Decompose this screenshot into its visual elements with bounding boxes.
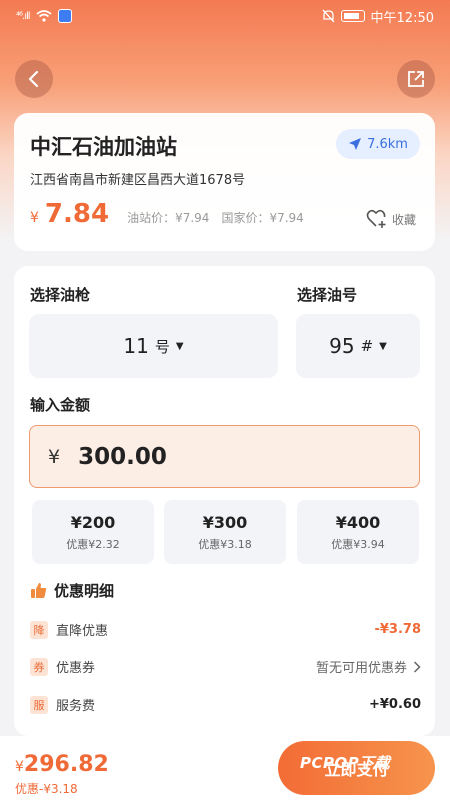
amount-label: 输入金额 bbox=[30, 396, 91, 414]
fuel-value: 95 bbox=[329, 334, 355, 358]
navigate-icon bbox=[349, 138, 362, 150]
status-bar: ⁴⁶.ıll 中午12:50 bbox=[0, 0, 450, 32]
service-tag: 服 bbox=[30, 695, 48, 714]
station-name: 中汇石油加油站 bbox=[30, 135, 177, 159]
fuel-select[interactable]: 95 # ▼ bbox=[296, 314, 420, 378]
mute-bell-icon bbox=[322, 9, 335, 23]
share-icon bbox=[408, 71, 424, 87]
discount-row-direct: 降 直降优惠 -¥3.78 bbox=[30, 620, 421, 639]
row-value: +¥0.60 bbox=[368, 697, 421, 712]
total-currency: ¥ bbox=[15, 759, 24, 775]
gun-unit: 号 bbox=[154, 337, 170, 356]
fuel-unit: # bbox=[360, 337, 374, 355]
discount-row-service: 服 服务费 +¥0.60 bbox=[30, 695, 421, 714]
thumb-up-icon bbox=[31, 583, 47, 598]
total-value: 296.82 bbox=[23, 752, 109, 777]
distance-value: 7.6km bbox=[367, 136, 408, 152]
row-label: 优惠券 bbox=[56, 661, 96, 676]
favorite-label: 收藏 bbox=[392, 212, 417, 227]
battery-icon bbox=[340, 10, 365, 22]
watermark: PCPOP下载 bbox=[300, 752, 390, 773]
price-currency: ¥ bbox=[30, 210, 39, 226]
quick-amount-option[interactable]: ¥400 优惠¥3.94 bbox=[297, 500, 419, 564]
row-left: 降 直降优惠 bbox=[30, 620, 108, 639]
quick-discount: 优惠¥3.94 bbox=[331, 537, 385, 551]
amount-currency: ¥ bbox=[48, 445, 61, 468]
station-price-main: 7.84 bbox=[44, 199, 110, 229]
order-card: 选择油枪 选择油号 11 号 ▼ 95 # ▼ 输入金额 ¥ 300.00 ¥200… bbox=[14, 266, 435, 736]
distance-badge[interactable]: 7.6km bbox=[336, 129, 420, 159]
national-price-ref: 国家价：¥7.94 bbox=[221, 211, 304, 225]
row-left: 服 服务费 bbox=[30, 695, 95, 714]
station-price-ref: 油站价：¥7.94 bbox=[127, 211, 210, 225]
wifi-icon bbox=[36, 10, 52, 22]
quick-amount: ¥300 bbox=[202, 512, 248, 532]
share-button[interactable] bbox=[397, 60, 435, 98]
gun-label: 选择油枪 bbox=[30, 286, 91, 304]
heart-plus-icon bbox=[366, 209, 386, 228]
gun-value: 11 bbox=[123, 334, 149, 358]
status-left: ⁴⁶.ıll bbox=[16, 9, 72, 23]
chevron-right-icon bbox=[413, 660, 421, 673]
fuel-label: 选择油号 bbox=[297, 286, 358, 304]
station-card: 中汇石油加油站 7.6km 江西省南昌市新建区昌西大道1678号 ¥ 7.84 … bbox=[14, 113, 435, 251]
back-icon bbox=[28, 70, 39, 88]
quick-amount: ¥200 bbox=[70, 512, 116, 532]
row-left: 券 优惠券 bbox=[30, 657, 95, 676]
favorite-button[interactable]: 收藏 bbox=[366, 209, 416, 229]
total-discount: 优惠-¥3.18 bbox=[15, 782, 78, 796]
price-row: ¥ 7.84 油站价：¥7.94 国家价：¥7.94 bbox=[30, 199, 304, 229]
coupon-value-wrap: 暂无可用优惠券 bbox=[316, 657, 421, 676]
gun-select[interactable]: 11 号 ▼ bbox=[29, 314, 278, 378]
amount-input[interactable]: ¥ 300.00 bbox=[29, 425, 420, 488]
caret-down-icon: ▼ bbox=[379, 340, 387, 352]
status-right: 中午12:50 bbox=[322, 7, 434, 26]
signal-icon: ⁴⁶.ıll bbox=[16, 10, 30, 22]
discount-title-text: 优惠明细 bbox=[54, 582, 115, 600]
back-button[interactable] bbox=[15, 60, 53, 98]
coupon-tag: 券 bbox=[30, 657, 48, 676]
quick-discount: 优惠¥2.32 bbox=[66, 537, 120, 551]
quick-amount-option[interactable]: ¥200 优惠¥2.32 bbox=[32, 500, 154, 564]
shield-icon bbox=[57, 9, 72, 23]
caret-down-icon: ▼ bbox=[175, 340, 184, 352]
quick-amount: ¥400 bbox=[335, 512, 381, 532]
watermark-text: PCPOP下载 bbox=[300, 754, 391, 772]
station-address: 江西省南昌市新建区昌西大道1678号 bbox=[30, 173, 246, 188]
discount-title: 优惠明细 bbox=[30, 580, 114, 601]
discount-row-coupon[interactable]: 券 优惠券 暂无可用优惠券 bbox=[30, 657, 421, 676]
row-value: -¥3.78 bbox=[374, 622, 421, 637]
total-price: ¥ 296.82 bbox=[15, 752, 109, 777]
amount-value: 300.00 bbox=[78, 443, 167, 470]
row-label: 直降优惠 bbox=[56, 624, 109, 639]
quick-amount-option[interactable]: ¥300 优惠¥3.18 bbox=[164, 500, 286, 564]
row-label: 服务费 bbox=[56, 699, 96, 714]
status-time: 中午12:50 bbox=[370, 10, 434, 26]
row-value: 暂无可用优惠券 bbox=[315, 661, 407, 676]
quick-discount: 优惠¥3.18 bbox=[198, 537, 252, 551]
discount-tag: 降 bbox=[30, 620, 48, 639]
